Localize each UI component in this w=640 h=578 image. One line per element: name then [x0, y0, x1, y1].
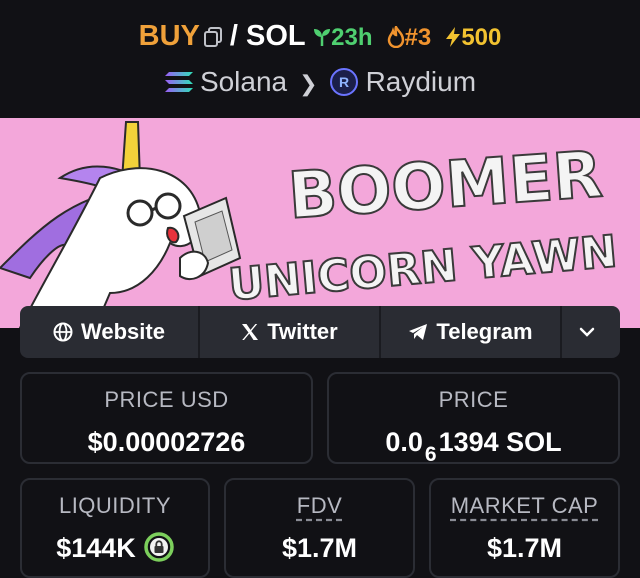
- market-cap-label-wrap: MARKET CAP: [431, 492, 618, 520]
- chain-link[interactable]: Solana: [200, 66, 287, 97]
- flame-icon: [387, 23, 404, 49]
- raydium-icon: R: [329, 67, 358, 96]
- pair-age-value: 23h: [331, 24, 373, 51]
- price-native-label: PRICE: [438, 387, 509, 412]
- price-usd-card: PRICE USD $0.00002726: [20, 372, 313, 464]
- fdv-value: $1.7M: [281, 533, 358, 563]
- trending-rank[interactable]: #3: [387, 23, 432, 51]
- paper-plane-icon: [409, 324, 428, 340]
- price-usd-label: PRICE USD: [104, 387, 229, 412]
- banner-title-line1: BOOMER: [286, 138, 605, 234]
- liquidity-value: $144K: [56, 533, 136, 563]
- fdv-label-wrap: FDV: [226, 492, 413, 520]
- website-button[interactable]: Website: [20, 306, 200, 358]
- liquidity-value-row: $144K: [22, 532, 208, 565]
- boost-count[interactable]: 500: [445, 24, 501, 51]
- copy-icon[interactable]: [203, 18, 222, 47]
- telegram-label: Telegram: [436, 319, 533, 344]
- price-zero-count: 6: [424, 443, 437, 466]
- token-banner: BOOMER UNICORN YAWN: [0, 118, 640, 328]
- dex-link[interactable]: Raydium: [366, 66, 476, 97]
- chain-breadcrumb: Solana ❯ R Raydium: [0, 62, 640, 104]
- pair-title-row: BUY / SOL 23h #3 500: [0, 16, 640, 58]
- chevron-right-icon: ❯: [299, 71, 318, 96]
- globe-icon: [53, 322, 73, 342]
- svg-text:R: R: [339, 74, 349, 90]
- market-cap-label[interactable]: MARKET CAP: [451, 493, 599, 518]
- x-icon: [242, 324, 259, 340]
- trending-rank-value: #3: [404, 24, 432, 51]
- fdv-card: FDV $1.7M: [224, 478, 415, 578]
- price-native-suffix: 1394 SOL: [438, 427, 562, 457]
- pair-separator: /: [229, 20, 238, 52]
- pair-header: BUY / SOL 23h #3 500 Solana ❯ R Raydium: [0, 0, 640, 118]
- chevron-down-icon: [579, 327, 595, 337]
- unicorn-illustration: BOOMER UNICORN YAWN: [0, 121, 620, 328]
- twitter-button[interactable]: Twitter: [200, 306, 381, 358]
- lock-icon[interactable]: [144, 532, 174, 562]
- quote-symbol: SOL: [245, 20, 306, 52]
- more-links-button[interactable]: [562, 306, 620, 358]
- price-native-prefix: 0.0: [385, 427, 423, 457]
- pair-age: 23h: [313, 24, 373, 51]
- banner-title-line2: UNICORN YAWN: [227, 226, 620, 311]
- fdv-label[interactable]: FDV: [297, 493, 343, 518]
- website-label: Website: [81, 319, 165, 344]
- buy-label[interactable]: BUY: [139, 20, 200, 52]
- price-native-card: PRICE 0.061394 SOL: [327, 372, 620, 466]
- liquidity-label: LIQUIDITY: [58, 493, 172, 518]
- price-native-value: 0.061394 SOL: [329, 426, 618, 466]
- market-cap-value: $1.7M: [486, 533, 563, 563]
- telegram-button[interactable]: Telegram: [381, 306, 562, 358]
- seedling-icon: [314, 29, 331, 46]
- market-cap-card: MARKET CAP $1.7M: [429, 478, 620, 578]
- boost-count-value: 500: [461, 24, 502, 51]
- lightning-icon: [446, 27, 461, 47]
- solana-icon: [164, 64, 194, 92]
- twitter-label: Twitter: [267, 319, 338, 344]
- liquidity-card: LIQUIDITY $144K: [20, 478, 210, 578]
- price-usd-value: $0.00002726: [87, 427, 246, 457]
- social-links-bar: Website Twitter Telegram: [20, 306, 620, 358]
